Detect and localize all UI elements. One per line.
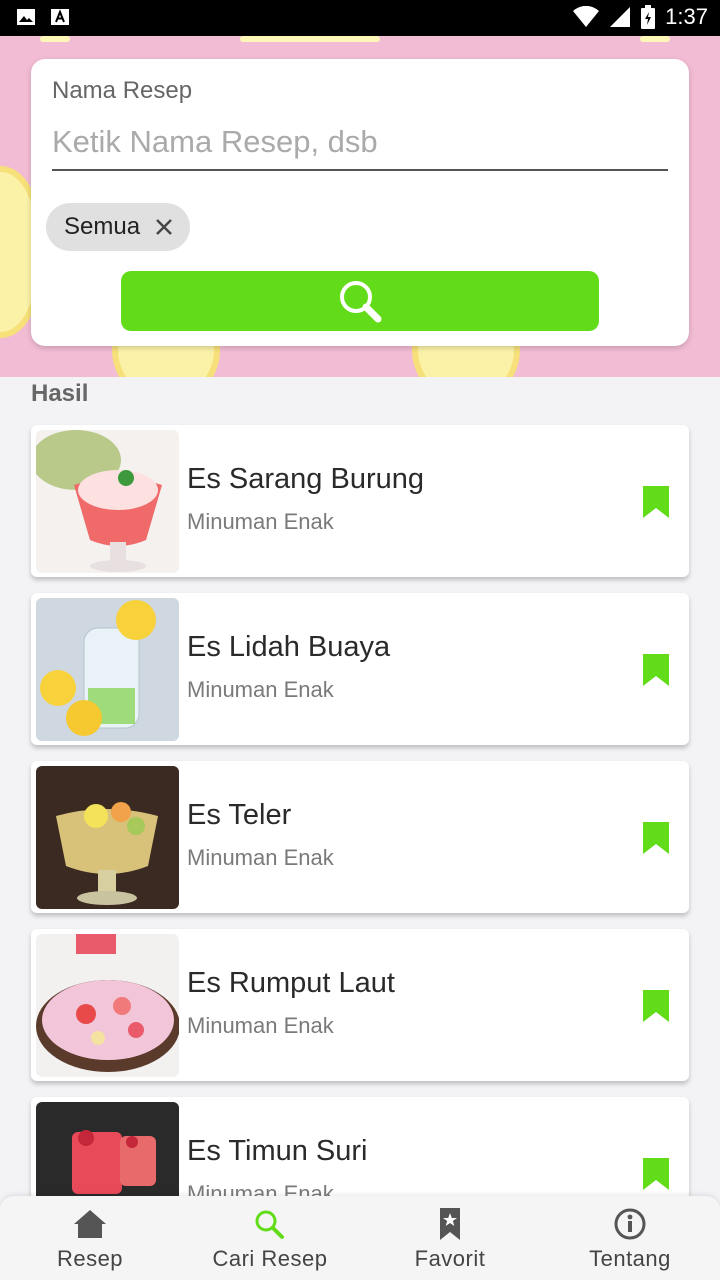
recipe-title: Es Sarang Burung: [187, 463, 424, 495]
nav-label: Tentang: [589, 1246, 671, 1271]
nav-item-favorit[interactable]: Favorit: [360, 1196, 540, 1280]
recipe-title: Es Rumput Laut: [187, 967, 395, 999]
bookmark-icon: [440, 1208, 460, 1240]
info-icon: [614, 1208, 646, 1240]
recipe-name-label: Nama Resep: [52, 77, 193, 104]
recipe-subtitle: Minuman Enak: [187, 677, 334, 702]
results-heading: Hasil: [31, 380, 89, 407]
bookmark-icon[interactable]: [643, 486, 669, 518]
recipe-name-input[interactable]: [52, 115, 668, 171]
clock: 1:37: [665, 4, 708, 29]
recipe-title: Es Lidah Buaya: [187, 631, 391, 663]
font-notification-icon: [51, 9, 69, 25]
nav-label: Favorit: [414, 1246, 486, 1271]
bookmark-icon[interactable]: [643, 822, 669, 854]
recipe-thumbnail: [36, 934, 179, 1077]
recipe-card[interactable]: Es Rumput Laut Minuman Enak: [31, 929, 689, 1081]
recipe-card[interactable]: Es Lidah Buaya Minuman Enak: [31, 593, 689, 745]
recipe-subtitle: Minuman Enak: [187, 509, 334, 534]
nav-item-tentang[interactable]: Tentang: [540, 1196, 720, 1280]
nav-label: Cari Resep: [212, 1246, 328, 1271]
home-icon: [74, 1210, 106, 1238]
search-icon: [340, 281, 382, 323]
recipe-title: Es Timun Suri: [187, 1135, 368, 1167]
header-background: Nama Resep Semua: [0, 36, 720, 377]
recipe-subtitle: Minuman Enak: [187, 845, 334, 870]
recipe-list[interactable]: Es Sarang Burung Minuman Enak Es Lidah B…: [0, 424, 720, 1196]
wifi-icon: [573, 6, 600, 27]
category-chip[interactable]: Semua: [46, 203, 191, 251]
recipe-card[interactable]: Es Teler Minuman Enak: [31, 761, 689, 913]
bottom-navigation: Resep Cari Resep Favorit Tentang: [0, 1196, 720, 1280]
bookmark-icon[interactable]: [643, 990, 669, 1022]
recipe-title: Es Teler: [187, 799, 292, 831]
search-card: Nama Resep Semua: [31, 59, 689, 346]
battery-icon: [641, 5, 656, 29]
signal-icon: [610, 7, 631, 27]
recipe-thumbnail: [36, 430, 179, 573]
nav-item-resep[interactable]: Resep: [0, 1196, 180, 1280]
recipe-card[interactable]: Es Timun Suri Minuman Enak: [31, 1097, 689, 1196]
bookmark-icon[interactable]: [643, 1158, 669, 1190]
image-notification-icon: [17, 9, 35, 25]
recipe-thumbnail: [36, 766, 179, 909]
recipe-card[interactable]: Es Sarang Burung Minuman Enak: [31, 425, 689, 577]
recipe-subtitle: Minuman Enak: [187, 1013, 334, 1038]
recipe-subtitle: Minuman Enak: [187, 1181, 334, 1196]
recipe-thumbnail: [36, 598, 179, 741]
nav-item-cari-resep[interactable]: Cari Resep: [180, 1196, 360, 1280]
chip-label: Semua: [64, 213, 141, 240]
bookmark-icon[interactable]: [643, 654, 669, 686]
search-button[interactable]: [121, 271, 599, 331]
close-icon[interactable]: [154, 217, 174, 237]
recipe-thumbnail: [36, 1102, 179, 1196]
nav-label: Resep: [56, 1246, 124, 1271]
search-icon: [255, 1210, 284, 1239]
status-bar: 1:37: [0, 0, 720, 36]
